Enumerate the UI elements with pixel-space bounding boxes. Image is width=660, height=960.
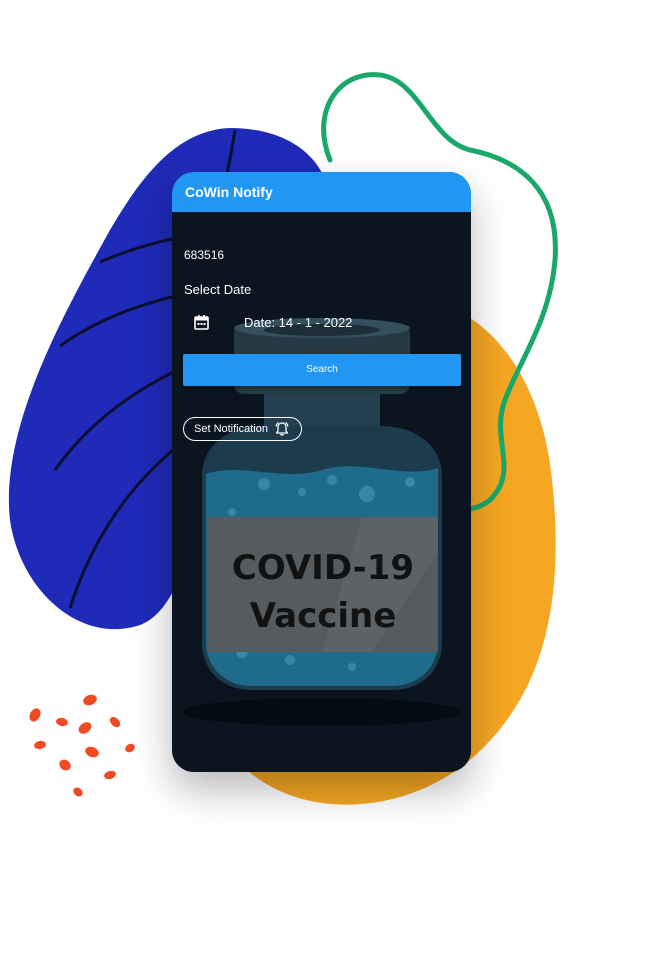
vaccine-label-line2: Vaccine <box>250 596 397 636</box>
app-content: COVID-19 Vaccine 683516 Select Date Date… <box>172 212 471 772</box>
calendar-icon[interactable] <box>193 314 210 331</box>
app-bar-title: CoWin Notify <box>172 172 471 212</box>
phone-screen: CoWin Notify COVID-19 Vaccine 683516 Sel… <box>172 172 471 772</box>
pincode-value[interactable]: 683516 <box>184 248 224 262</box>
confetti <box>29 694 135 797</box>
selected-date-text[interactable]: Date: 14 - 1 - 2022 <box>244 315 352 330</box>
search-button[interactable]: Search <box>183 354 461 386</box>
set-notification-button[interactable]: Set Notification <box>183 417 302 441</box>
date-picker-row[interactable]: Date: 14 - 1 - 2022 <box>184 312 459 336</box>
set-notification-label: Set Notification <box>194 423 268 435</box>
hero-illustration: CoWin Notify COVID-19 Vaccine 683516 Sel… <box>0 0 660 960</box>
vaccine-label-line1: COVID-19 <box>232 548 414 588</box>
bell-icon <box>275 422 289 436</box>
select-date-label: Select Date <box>184 282 252 297</box>
